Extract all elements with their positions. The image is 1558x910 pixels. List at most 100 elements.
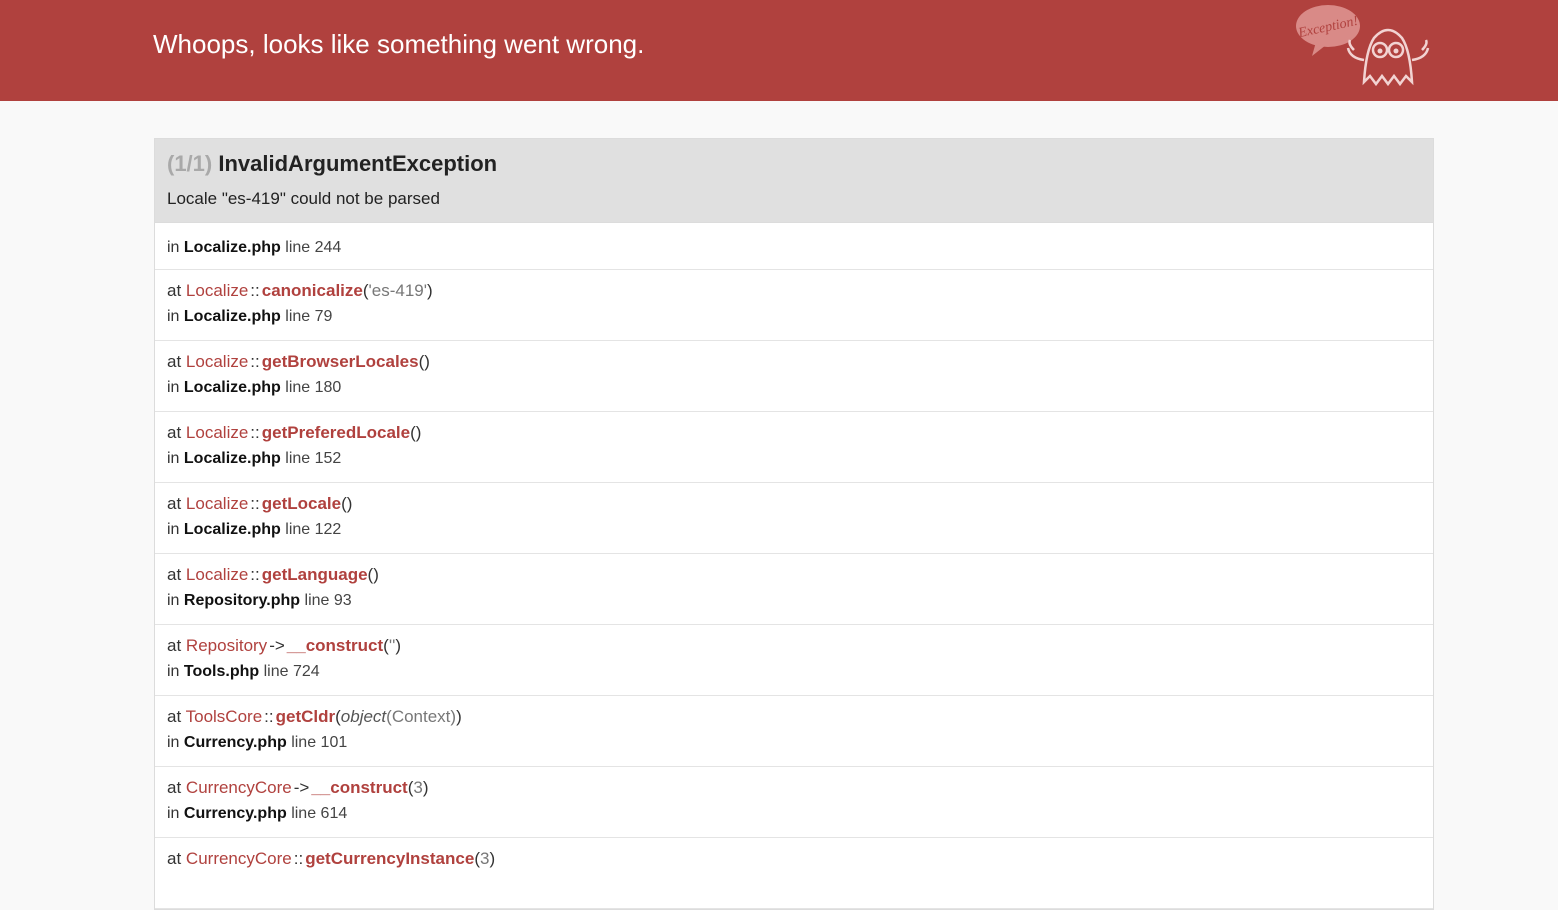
stack-trace: in Localize.php line 244 at Localize:: ca… [155,223,1433,909]
at-label: at [167,494,182,513]
trace-call: at Localize:: canonicalize('es-419') [167,280,1421,302]
class-name[interactable]: CurrencyCore [186,778,292,797]
line-label: line [285,239,311,256]
in-label: in [167,592,180,609]
trace-frame: at Repository -> __construct('') in Tools.… [155,625,1433,696]
in-label: in [167,521,180,538]
at-label: at [167,423,182,442]
in-label: in [167,450,180,467]
call-separator: -> [293,778,310,797]
line-number: 244 [314,239,342,256]
file-name[interactable]: Localize.php [184,521,281,538]
class-name[interactable]: ToolsCore [186,707,263,726]
line-label: line [263,663,289,680]
trace-call: at Localize:: getLanguage() [167,564,1421,586]
trace-call: at CurrencyCore:: getCurrencyInstance(3) [167,848,1421,870]
trace-location: in Localize.php line 244 [167,238,1421,258]
trace-frame: at Localize:: getBrowserLocales() in Loca… [155,341,1433,412]
call-separator: :: [250,281,260,300]
exception-message: Locale "es-419" could not be parsed [167,189,440,208]
line-label: line [285,308,311,325]
file-name[interactable]: Currency.php [184,734,287,751]
file-name[interactable]: Localize.php [184,379,281,396]
method-name[interactable]: canonicalize [262,281,363,300]
call-separator: :: [250,352,260,371]
method-name[interactable]: getLanguage [262,565,368,584]
page-title: Whoops, looks like something went wrong. [153,29,645,59]
exception-count: (1/1) [167,151,213,176]
method-name[interactable]: getCurrencyInstance [305,849,474,868]
call-separator: :: [250,494,260,513]
line-label: line [285,521,311,538]
trace-frame: at CurrencyCore:: getCurrencyInstance(3) [155,838,1433,909]
class-name[interactable]: CurrencyCore [186,849,292,868]
exception-title: (1/1) InvalidArgumentException [167,151,497,177]
method-name[interactable]: getCldr [276,707,336,726]
at-label: at [167,352,182,371]
at-label: at [167,281,182,300]
close-paren: ) [415,423,422,442]
line-number: 724 [292,663,320,680]
line-label: line [304,592,330,609]
in-label: in [167,734,180,751]
in-label: in [167,805,180,822]
file-name[interactable]: Currency.php [184,805,287,822]
method-name[interactable]: getLocale [262,494,341,513]
at-label: at [167,565,182,584]
trace-call: at Localize:: getLocale() [167,493,1421,515]
exception-panel: (1/1) InvalidArgumentException Locale "e… [154,138,1434,910]
trace-frame: at Localize:: getPreferedLocale() in Loca… [155,412,1433,483]
file-name[interactable]: Localize.php [184,450,281,467]
at-label: at [167,636,182,655]
file-name[interactable]: Localize.php [184,239,281,256]
trace-location: in Localize.php line 180 [167,378,1421,398]
method-name[interactable]: __construct [287,636,383,655]
close-paren: ) [456,707,462,726]
class-name[interactable]: Localize [186,565,248,584]
in-label: in [167,239,180,256]
call-separator: :: [250,423,260,442]
class-name[interactable]: Localize [186,494,248,513]
line-label: line [285,379,311,396]
trace-frame: at Localize:: getLanguage() in Repository… [155,554,1433,625]
line-label: line [291,805,317,822]
exception-summary: (1/1) InvalidArgumentException Locale "e… [155,139,1433,223]
class-name[interactable]: Localize [186,281,248,300]
trace-location: in Tools.php line 724 [167,662,1421,682]
file-name[interactable]: Localize.php [184,308,281,325]
class-name[interactable]: Localize [186,352,248,371]
trace-frame: at CurrencyCore -> __construct(3) in Curre… [155,767,1433,838]
trace-frame: at ToolsCore:: getCldr(object(Context)) i… [155,696,1433,767]
trace-call: at CurrencyCore -> __construct(3) [167,777,1421,799]
line-number: 152 [314,450,342,467]
trace-location: in Currency.php line 101 [167,733,1421,753]
argument-type: object [340,707,387,726]
trace-location: in Currency.php line 614 [167,804,1421,824]
call-arguments: 3 [413,778,423,797]
in-label: in [167,379,180,396]
trace-call: at Repository -> __construct('') [167,635,1421,657]
class-name[interactable]: Repository [186,636,267,655]
trace-location: in Repository.php line 93 [167,591,1421,611]
line-number: 101 [320,734,348,751]
at-label: at [167,849,182,868]
method-name[interactable]: getPreferedLocale [262,423,410,442]
line-number: 180 [314,379,342,396]
file-name[interactable]: Tools.php [184,663,259,680]
trace-call: at Localize:: getPreferedLocale() [167,422,1421,444]
class-name[interactable]: Localize [186,423,248,442]
error-header: Whoops, looks like something went wrong.… [0,0,1558,101]
close-paren: ) [373,565,379,584]
call-arguments: 'es-419' [368,281,428,300]
close-paren: ) [346,494,353,513]
method-name[interactable]: __construct [311,778,407,797]
file-name[interactable]: Repository.php [184,592,300,609]
trace-frame: at Localize:: getLocale() in Localize.php… [155,483,1433,554]
at-label: at [167,707,182,726]
call-separator: :: [264,707,274,726]
trace-location: in Localize.php line 122 [167,520,1421,540]
method-name[interactable]: getBrowserLocales [262,352,419,371]
ghost-icon: Exception! [1294,2,1436,88]
in-label: in [167,663,180,680]
line-label: line [285,450,311,467]
